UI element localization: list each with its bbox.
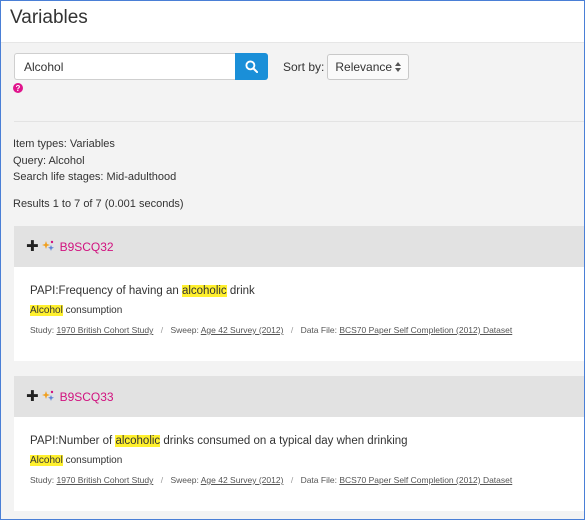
study-label: Study:	[30, 325, 55, 335]
help-icon[interactable]: ?	[13, 83, 23, 93]
variable-title: PAPI:Frequency of having an alcoholic dr…	[30, 285, 584, 297]
query-text: Query: Alcohol	[13, 154, 85, 167]
search-row: Sort by: Relevance	[14, 53, 410, 80]
sparkle-icon[interactable]	[41, 240, 55, 253]
meta-separator: /	[290, 325, 294, 335]
search-input[interactable]	[14, 53, 235, 80]
results-count: Results 1 to 7 of 7 (0.001 seconds)	[13, 198, 184, 210]
divider	[14, 121, 584, 122]
search-icon	[245, 60, 258, 73]
variable-id-link[interactable]: B9SCQ32	[60, 240, 114, 254]
sort-selected-value: Relevance	[335, 59, 393, 74]
sparkle-icon[interactable]	[41, 390, 55, 403]
sweep-label: Sweep:	[170, 325, 199, 335]
topic-highlight: Alcohol	[30, 455, 63, 466]
search-summary: Item types: Variables Query: Alcohol Sea…	[13, 136, 176, 186]
page-frame: Variables Sort by: Relevance ? Item type…	[0, 0, 585, 520]
life-stages-text: Search life stages: Mid-adulthood	[13, 171, 177, 183]
search-button[interactable]	[235, 53, 268, 80]
topic-rest: consumption	[62, 305, 123, 316]
updown-arrows-icon	[395, 61, 402, 72]
meta-separator: /	[160, 475, 164, 485]
variable-meta: Study: 1970 British Cohort Study / Sweep…	[30, 475, 584, 485]
result-card: ✚ B9SCQ32 PAPI:Frequency of having an al…	[14, 226, 584, 361]
topic-text: Alcohol consumption	[30, 305, 584, 316]
topic-rest: consumption	[62, 455, 123, 466]
title-highlight: alcoholic	[115, 435, 161, 447]
item-types-text: Item types: Variables	[13, 138, 115, 150]
sweep-label: Sweep:	[170, 475, 199, 485]
expand-plus-icon[interactable]: ✚	[26, 389, 39, 404]
variable-id-link[interactable]: B9SCQ33	[60, 390, 114, 404]
sort-select[interactable]: Relevance	[327, 53, 410, 80]
result-card: ✚ B9SCQ33 PAPI:Number of alcoholic drink…	[14, 376, 584, 511]
meta-separator: /	[290, 475, 294, 485]
datafile-link[interactable]: BCS70 Paper Self Completion (2012) Datas…	[339, 325, 512, 335]
study-label: Study:	[30, 475, 55, 485]
meta-separator: /	[160, 325, 164, 335]
result-card-header: ✚ B9SCQ33	[14, 376, 584, 417]
result-card-body: PAPI:Frequency of having an alcoholic dr…	[14, 267, 584, 361]
variable-meta: Study: 1970 British Cohort Study / Sweep…	[30, 325, 584, 335]
datafile-link[interactable]: BCS70 Paper Self Completion (2012) Datas…	[339, 475, 512, 485]
sweep-link[interactable]: Age 42 Survey (2012)	[201, 325, 284, 335]
study-link[interactable]: 1970 British Cohort Study	[56, 325, 153, 335]
topic-highlight: Alcohol	[30, 305, 63, 316]
study-link[interactable]: 1970 British Cohort Study	[56, 475, 153, 485]
sort-label: Sort by:	[283, 59, 325, 74]
variable-title: PAPI:Number of alcoholic drinks consumed…	[30, 435, 584, 447]
expand-plus-icon[interactable]: ✚	[26, 239, 39, 254]
title-text: PAPI:Number of	[30, 435, 116, 447]
title-text: drinks consumed on a typical day when dr…	[160, 435, 408, 447]
result-card-body: PAPI:Number of alcoholic drinks consumed…	[14, 417, 584, 511]
sweep-link[interactable]: Age 42 Survey (2012)	[201, 475, 284, 485]
result-card-header: ✚ B9SCQ32	[14, 226, 584, 267]
topic-text: Alcohol consumption	[30, 455, 584, 466]
title-highlight: alcoholic	[181, 285, 227, 297]
datafile-label: Data File:	[300, 325, 337, 335]
title-text: drink	[226, 285, 255, 297]
page-title: Variables	[10, 7, 88, 28]
title-bar: Variables	[1, 1, 584, 43]
title-text: PAPI:Frequency of having an	[30, 285, 182, 297]
datafile-label: Data File:	[300, 475, 337, 485]
